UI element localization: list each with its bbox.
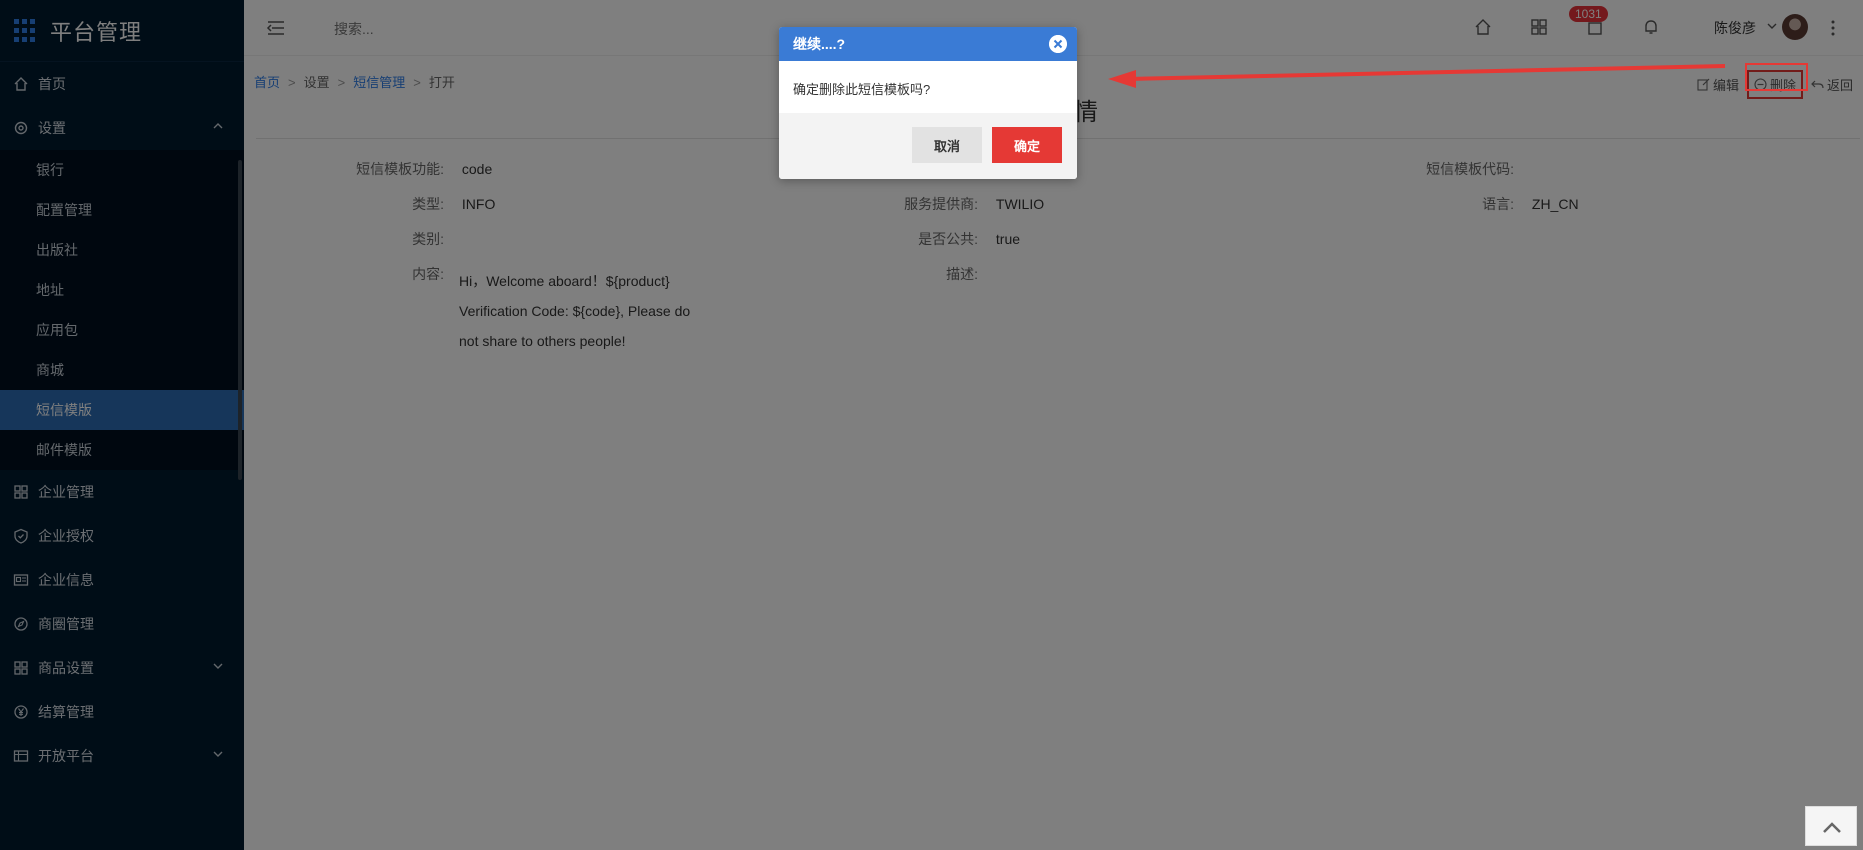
annotation-highlight-box bbox=[1745, 63, 1808, 91]
dialog-header: 继续....? bbox=[779, 27, 1077, 61]
dialog-footer: 取消 确定 bbox=[779, 113, 1077, 179]
confirm-button[interactable]: 确定 bbox=[992, 127, 1062, 163]
dialog-title: 继续....? bbox=[793, 36, 846, 52]
scroll-to-top-button[interactable] bbox=[1805, 806, 1857, 846]
dialog-message: 确定删除此短信模板吗? bbox=[793, 82, 931, 97]
cancel-button[interactable]: 取消 bbox=[912, 127, 982, 163]
close-icon[interactable] bbox=[1049, 35, 1067, 53]
chevron-up-icon bbox=[1823, 822, 1841, 833]
annotation-arrow bbox=[1108, 64, 1726, 88]
confirm-dialog: 继续....? 确定删除此短信模板吗? 取消 确定 bbox=[779, 27, 1077, 179]
